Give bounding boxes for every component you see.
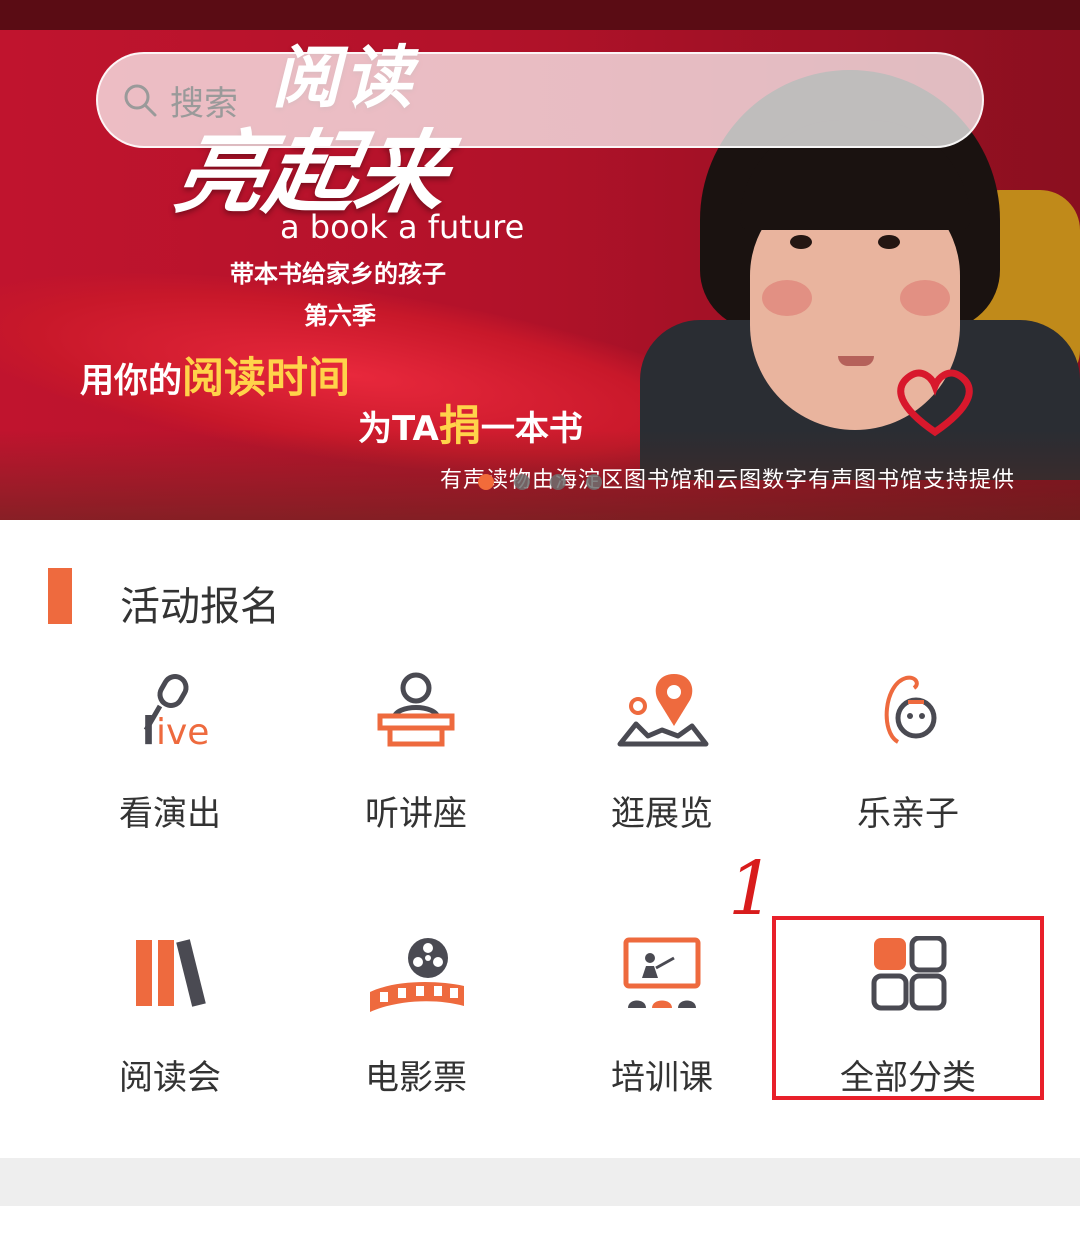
- lecture-podium-icon: [377, 672, 455, 747]
- annotation-number: 1: [728, 846, 776, 932]
- svg-text:l: l: [142, 709, 155, 753]
- section-divider: [0, 1158, 1080, 1206]
- carousel-dot[interactable]: [586, 474, 602, 490]
- carousel-dot[interactable]: [514, 474, 530, 490]
- category-watch-show[interactable]: l ive 看演出: [70, 672, 270, 835]
- category-label: 看演出: [119, 794, 221, 834]
- category-label: 听讲座: [365, 794, 467, 834]
- category-label: 逛展览: [611, 794, 713, 834]
- promo-banner[interactable]: 阅读 亮起来 a book a future 带本书给家乡的孩子 第六季 用你的…: [0, 0, 1080, 520]
- banner-english-tagline: a book a future: [280, 208, 525, 246]
- search-placeholder: 搜索: [170, 83, 238, 124]
- category-label: 培训课: [611, 1058, 713, 1098]
- training-board-icon: [623, 937, 701, 1008]
- carousel-dot[interactable]: [478, 474, 494, 490]
- section-accent-bar: [48, 568, 72, 624]
- annotation-highlight-box: [772, 916, 1044, 1100]
- category-lecture[interactable]: 听讲座: [316, 672, 516, 835]
- banner-slogan-1: 用你的阅读时间: [80, 353, 351, 402]
- search-icon: [124, 84, 157, 117]
- category-exhibition[interactable]: 逛展览: [562, 672, 762, 835]
- heart-ribbon-icon: [897, 369, 973, 437]
- category-movie-tickets[interactable]: 电影票: [316, 936, 516, 1099]
- books-icon: [136, 939, 206, 1007]
- category-parent-child[interactable]: 乐亲子: [808, 672, 1008, 835]
- banner-subtitle: 带本书给家乡的孩子: [230, 260, 446, 288]
- carousel-dot[interactable]: [550, 474, 566, 490]
- carousel-indicator[interactable]: [478, 474, 602, 490]
- svg-text:ive: ive: [156, 712, 209, 753]
- category-label: 阅读会: [119, 1058, 221, 1098]
- category-label: 乐亲子: [857, 794, 959, 834]
- baby-icon: [884, 675, 937, 744]
- category-label: 电影票: [365, 1058, 467, 1098]
- live-microphone-icon: l ive: [142, 674, 209, 753]
- next-section: [0, 1206, 1080, 1252]
- film-reel-icon: [370, 938, 464, 1012]
- category-training[interactable]: 培训课: [562, 936, 762, 1099]
- map-pin-icon: [617, 674, 709, 747]
- section-title: 活动报名: [120, 584, 280, 630]
- status-bar: [0, 0, 1080, 30]
- banner-slogan-2: 为TA捐一本书: [358, 401, 583, 450]
- search-bar[interactable]: 搜索: [96, 52, 984, 148]
- category-reading-club[interactable]: 阅读会: [70, 936, 270, 1099]
- banner-season: 第六季: [304, 302, 376, 330]
